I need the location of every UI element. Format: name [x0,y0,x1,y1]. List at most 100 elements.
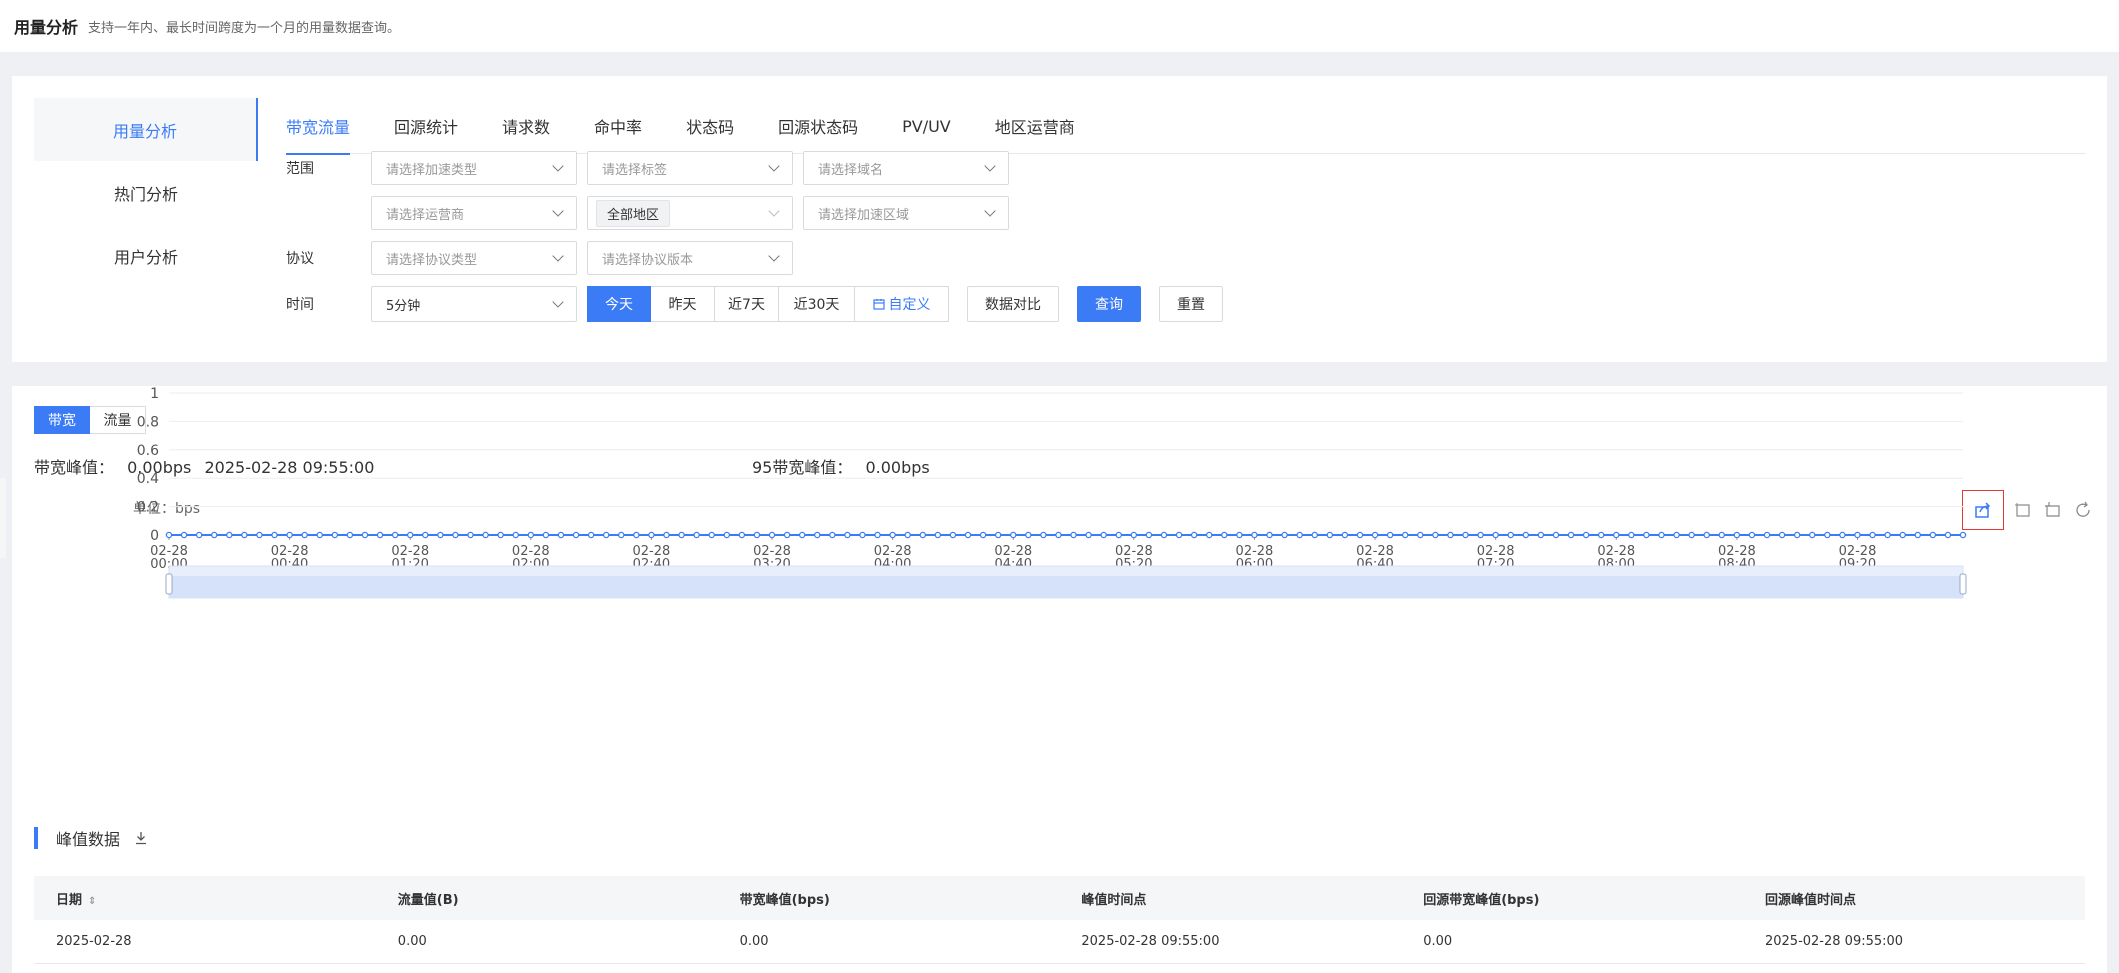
data-point [241,531,248,539]
data-point [1613,531,1620,539]
cell-origin-peak-time: 2025-02-28 09:55:00 [1764,934,1904,949]
range-button-group: 今天 昨天 近7天 近30天 自定义 [587,286,949,322]
data-point [1311,531,1318,539]
data-point [406,531,414,539]
sidenav-item-usage[interactable]: 用量分析 [34,98,258,161]
data-point [602,531,610,539]
data-point [1929,531,1937,539]
data-point [210,531,218,539]
granularity-select[interactable]: 5分钟 [371,286,577,322]
cell-origin-bw-peak: 0.00 [1423,934,1453,949]
data-point [859,531,866,539]
data-point [1175,531,1183,539]
data-point [1808,531,1816,539]
data-point [1055,531,1062,539]
data-point [271,531,278,539]
range-today-button[interactable]: 今天 [587,286,651,322]
sidenav-item-user[interactable]: 用户分析 [34,224,258,287]
side-handle[interactable] [0,478,6,558]
data-point [1130,531,1138,539]
tab-region-isp[interactable]: 地区运营商 [995,98,1097,154]
data-point [256,531,263,539]
time-label: 时间 [286,297,314,313]
data-point [1597,531,1605,539]
protocol-version-select[interactable]: 请选择协议版本 [587,241,793,275]
data-point [1658,531,1665,539]
peak-data-table: 日期 ⇕ 流量值(B) 带宽峰值(bps) 峰值时间点 回源带宽峰值(bps) 回… [34,876,2085,964]
data-point [1552,531,1560,539]
isp-select[interactable]: 请选择运营商 [371,196,577,230]
reset-button[interactable]: 重置 [1159,286,1223,322]
accel-type-select[interactable]: 请选择加速类型 [371,151,577,185]
chevron-down-icon [552,250,564,262]
data-point [1447,531,1454,539]
data-point [1356,531,1364,539]
range-custom-label: 自定义 [888,297,931,313]
data-point [783,531,791,539]
column-header-traffic: 流量值(B) [397,892,459,908]
tab-origin-stats[interactable]: 回源统计 [394,98,480,154]
protocol-version-placeholder: 请选择协议版本 [602,252,694,268]
tab-status-code[interactable]: 状态码 [686,98,756,154]
range-yesterday-button[interactable]: 昨天 [651,286,715,322]
region-select[interactable]: 全部地区 [587,196,793,230]
tab-hit-rate[interactable]: 命中率 [594,98,664,154]
sidenav-item-hot[interactable]: 热门分析 [34,161,258,224]
tab-requests[interactable]: 请求数 [502,98,572,154]
tab-bar: 带宽流量 回源统计 请求数 命中率 状态码 回源状态码 PV/UV 地区运营商 [286,98,2086,155]
data-point [1371,531,1379,539]
data-point [618,531,625,539]
data-point [1477,531,1484,539]
tag-select[interactable]: 请选择标签 [587,151,793,185]
data-point [1914,531,1922,539]
data-point [1688,531,1695,539]
accel-area-select[interactable]: 请选择加速区域 [803,196,1009,230]
table-row: 2025-02-28 0.00 0.00 2025-02-28 09:55:00… [34,920,2085,964]
data-point [1221,531,1228,539]
data-point [693,531,700,539]
query-button[interactable]: 查询 [1077,286,1141,322]
data-point [1778,531,1786,539]
domain-placeholder: 请选择域名 [818,162,884,178]
column-header-date[interactable]: 日期 ⇕ [34,889,376,908]
chevron-down-icon [552,205,564,217]
chevron-down-icon [768,250,780,262]
data-point [557,531,565,539]
chart-card: 带宽 流量 带宽峰值： 0.00bps 2025-02-28 09:55:00 … [12,386,2107,973]
data-point [723,531,731,539]
data-point [874,531,881,539]
data-point [1582,531,1590,539]
column-header-bw-peak: 带宽峰值(bps) [739,892,830,908]
data-point [994,531,1002,539]
range-custom-button[interactable]: 自定义 [855,286,949,322]
y-tick-label: 0.4 [137,471,159,487]
tab-pv-uv[interactable]: PV/UV [902,98,973,154]
data-point [738,531,746,539]
tab-bandwidth-traffic[interactable]: 带宽流量 [286,98,372,155]
data-point [798,531,806,539]
tab-origin-status-code[interactable]: 回源状态码 [778,98,880,154]
data-point [587,531,595,539]
time-row: 时间 5分钟 今天 昨天 近7天 近30天 自定义 数据对比 查询 重置 [286,286,1241,322]
chevron-down-icon [552,160,564,172]
protocol-type-select[interactable]: 请选择协议类型 [371,241,577,275]
range-7days-button[interactable]: 近7天 [715,286,779,322]
data-point [1507,531,1514,539]
download-icon[interactable] [134,831,148,845]
protocol-type-placeholder: 请选择协议类型 [386,252,478,268]
accel-type-placeholder: 请选择加速类型 [386,162,478,178]
data-point [1281,531,1288,539]
data-point [1417,531,1424,539]
protocol-label: 协议 [286,251,314,267]
domain-select[interactable]: 请选择域名 [803,151,1009,185]
data-point [1748,531,1756,539]
y-tick-label: 0.2 [137,500,159,516]
page-title: 用量分析 [14,18,79,37]
data-compare-button[interactable]: 数据对比 [967,286,1059,322]
data-point [1793,531,1801,539]
sort-icon[interactable]: ⇕ [88,896,96,907]
data-point [1567,531,1575,539]
range-30days-button[interactable]: 近30天 [779,286,855,322]
page-description: 支持一年内、最长时间跨度为一个月的用量数据查询。 [88,20,401,36]
data-point [1492,531,1499,539]
